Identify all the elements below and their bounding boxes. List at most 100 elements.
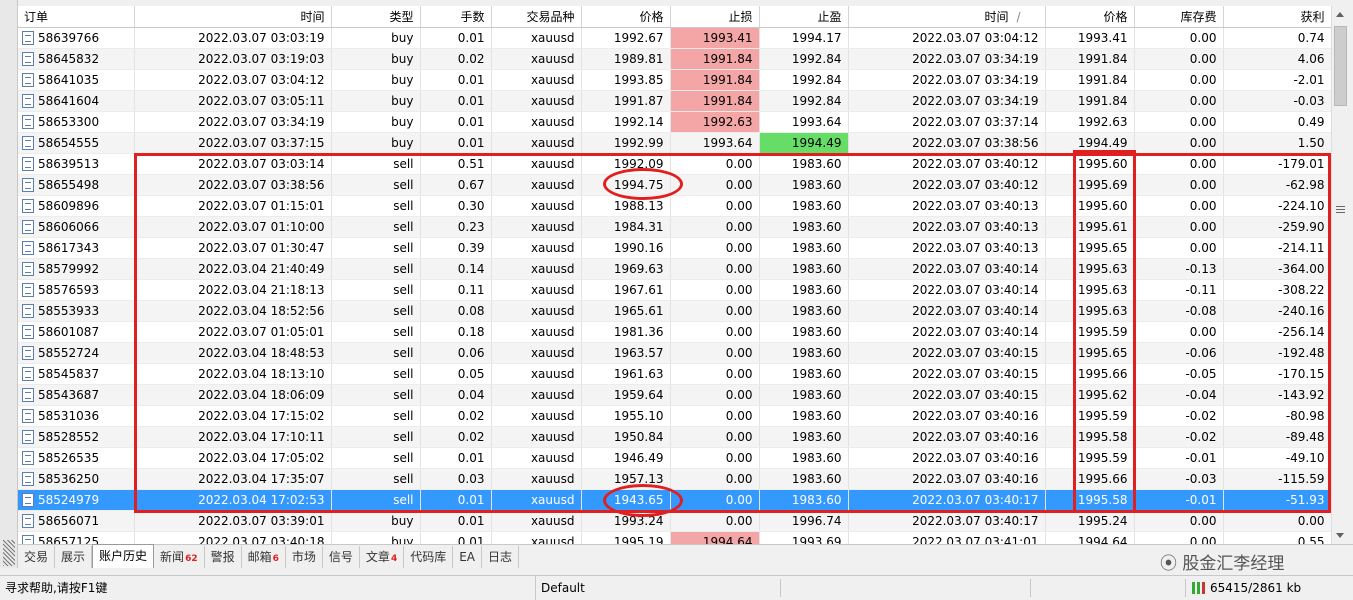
table-row[interactable]: 58641604 2022.03.07 03:05:11 buy 0.01 xauusd… bbox=[18, 90, 1331, 112]
table-cell: 1983.60 bbox=[759, 468, 849, 490]
tab-1[interactable]: 展示 bbox=[55, 546, 93, 568]
tab-2[interactable]: 账户历史 bbox=[92, 544, 155, 568]
table-cell: 1983.60 bbox=[759, 258, 849, 280]
column-header[interactable]: 获利 bbox=[1223, 6, 1331, 28]
table-row[interactable]: 58576593 2022.03.04 21:18:13 sell 0.11 xauus… bbox=[18, 279, 1331, 301]
table-row[interactable]: 58657125 2022.03.07 03:40:18 buy 0.01 xauusd… bbox=[18, 531, 1331, 544]
table-cell: xauusd bbox=[491, 468, 582, 490]
table-row[interactable]: 58656071 2022.03.07 03:39:01 buy 0.01 xauusd… bbox=[18, 510, 1331, 532]
table-row[interactable]: 58552724 2022.03.04 18:48:53 sell 0.06 xauus… bbox=[18, 342, 1331, 364]
table-cell: 58654555 bbox=[18, 132, 135, 154]
scroll-up-icon[interactable] bbox=[1332, 6, 1349, 23]
table-cell: 0.00 bbox=[670, 279, 760, 301]
order-id: 58543687 bbox=[38, 387, 100, 402]
order-id: 58606066 bbox=[38, 219, 100, 234]
tab-3[interactable]: 新闻62 bbox=[154, 546, 205, 568]
column-header[interactable]: 价格 bbox=[581, 6, 671, 28]
table-cell: 0.49 bbox=[1223, 111, 1331, 133]
table-row[interactable]: 58536250 2022.03.04 17:35:07 sell 0.03 xauus… bbox=[18, 468, 1331, 490]
order-id: 58645832 bbox=[38, 51, 100, 66]
table-row[interactable]: 58645832 2022.03.07 03:19:03 buy 0.02 xauusd… bbox=[18, 48, 1331, 70]
order-id: 58639766 bbox=[38, 30, 100, 45]
table-cell: 2022.03.07 01:15:01 bbox=[134, 195, 332, 217]
table-cell: -0.03 bbox=[1223, 90, 1331, 112]
table-cell: sell bbox=[331, 153, 421, 175]
table-cell: sell bbox=[331, 195, 421, 217]
table-row[interactable]: 58531036 2022.03.04 17:15:02 sell 0.02 xauus… bbox=[18, 405, 1331, 427]
order-id: 58528552 bbox=[38, 429, 100, 444]
tab-9[interactable]: 代码库 bbox=[404, 546, 454, 568]
tab-label: EA bbox=[459, 550, 476, 564]
scroll-down-icon[interactable] bbox=[1332, 527, 1349, 544]
column-header[interactable]: 库存费 bbox=[1134, 6, 1224, 28]
tab-label: 新闻 bbox=[160, 550, 185, 564]
table-row[interactable]: 58653300 2022.03.07 03:34:19 buy 0.01 xauusd… bbox=[18, 111, 1331, 133]
tab-5[interactable]: 邮箱6 bbox=[242, 546, 286, 568]
order-document-icon bbox=[22, 471, 34, 486]
toolbox-grip-icon[interactable] bbox=[3, 540, 15, 566]
table-cell: 58536250 bbox=[18, 468, 135, 490]
table-cell: -0.11 bbox=[1134, 279, 1224, 301]
column-header[interactable]: 止损 bbox=[670, 6, 760, 28]
tab-6[interactable]: 市场 bbox=[286, 546, 323, 568]
table-cell: 0.00 bbox=[1134, 69, 1224, 91]
table-row[interactable]: 58579992 2022.03.04 21:40:49 sell 0.14 xauus… bbox=[18, 258, 1331, 280]
column-header[interactable]: 价格 bbox=[1045, 6, 1135, 28]
table-cell: -308.22 bbox=[1223, 279, 1331, 301]
table-cell: xauusd bbox=[491, 531, 582, 544]
table-row[interactable]: 58524979 2022.03.04 17:02:53 sell 0.01 xauus… bbox=[18, 489, 1331, 511]
tab-10[interactable]: EA bbox=[453, 546, 483, 568]
table-cell: -0.04 bbox=[1134, 384, 1224, 406]
table-row[interactable]: 58655498 2022.03.07 03:38:56 sell 0.67 xauus… bbox=[18, 174, 1331, 196]
table-cell: 1993.24 bbox=[581, 510, 671, 532]
table-row[interactable]: 58654555 2022.03.07 03:37:15 buy 0.01 xauusd… bbox=[18, 132, 1331, 154]
table-row[interactable]: 58606066 2022.03.07 01:10:00 sell 0.23 xauus… bbox=[18, 216, 1331, 238]
table-row[interactable]: 58553933 2022.03.04 18:52:56 sell 0.08 xauus… bbox=[18, 300, 1331, 322]
table-row[interactable]: 58609896 2022.03.07 01:15:01 sell 0.30 xauus… bbox=[18, 195, 1331, 217]
table-row[interactable]: 58639513 2022.03.07 03:03:14 sell 0.51 xauus… bbox=[18, 153, 1331, 175]
tab-7[interactable]: 信号 bbox=[323, 546, 360, 568]
table-cell: 2022.03.04 17:15:02 bbox=[134, 405, 332, 427]
table-cell: 1991.84 bbox=[1045, 69, 1135, 91]
table-cell: 2022.03.07 03:40:15 bbox=[848, 363, 1046, 385]
vertical-scrollbar[interactable] bbox=[1331, 6, 1348, 544]
column-header[interactable]: 止盈 bbox=[759, 6, 849, 28]
tab-11[interactable]: 日志 bbox=[482, 546, 520, 568]
table-row[interactable]: 58617343 2022.03.07 01:30:47 sell 0.39 xauus… bbox=[18, 237, 1331, 259]
table-cell: 1994.75 bbox=[581, 174, 671, 196]
column-header[interactable]: 订单 bbox=[18, 6, 135, 28]
tab-8[interactable]: 文章4 bbox=[360, 546, 405, 568]
table-row[interactable]: 58526535 2022.03.04 17:05:02 sell 0.01 xauus… bbox=[18, 447, 1331, 469]
table-cell: 1993.41 bbox=[1045, 27, 1135, 49]
table-cell: -115.59 bbox=[1223, 468, 1331, 490]
table-cell: sell bbox=[331, 321, 421, 343]
table-cell: 2022.03.04 17:02:53 bbox=[134, 489, 332, 511]
table-row[interactable]: 58601087 2022.03.07 01:05:01 sell 0.18 xauus… bbox=[18, 321, 1331, 343]
table-cell: xauusd bbox=[491, 489, 582, 511]
scrollbar-thumb[interactable] bbox=[1334, 26, 1347, 106]
table-row[interactable]: 58545837 2022.03.04 18:13:10 sell 0.05 xauus… bbox=[18, 363, 1331, 385]
table-cell: 1995.59 bbox=[1045, 405, 1135, 427]
column-header[interactable]: 交易品种 bbox=[491, 6, 582, 28]
table-cell: sell bbox=[331, 468, 421, 490]
column-header[interactable]: 时间 bbox=[134, 6, 332, 28]
tab-0[interactable]: 交易 bbox=[18, 546, 56, 568]
table-cell: 1994.49 bbox=[1045, 132, 1135, 154]
column-header[interactable]: 手数 bbox=[420, 6, 492, 28]
table-cell: 2022.03.07 03:34:19 bbox=[848, 90, 1046, 112]
column-header[interactable]: 时间 / bbox=[848, 6, 1046, 28]
table-cell: -224.10 bbox=[1223, 195, 1331, 217]
table-cell: 1996.74 bbox=[759, 510, 849, 532]
tab-4[interactable]: 警报 bbox=[205, 546, 242, 568]
table-cell: buy bbox=[331, 111, 421, 133]
status-profile[interactable]: Default bbox=[535, 576, 655, 600]
table-cell: 1993.64 bbox=[759, 111, 849, 133]
order-document-icon bbox=[22, 303, 34, 318]
table-row[interactable]: 58639766 2022.03.07 03:03:19 buy 0.01 xauusd… bbox=[18, 27, 1331, 49]
table-row[interactable]: 58528552 2022.03.04 17:10:11 sell 0.02 xauus… bbox=[18, 426, 1331, 448]
table-cell: 2022.03.07 03:40:15 bbox=[848, 384, 1046, 406]
column-header[interactable]: 类型 bbox=[331, 6, 421, 28]
table-row[interactable]: 58543687 2022.03.04 18:06:09 sell 0.04 xauus… bbox=[18, 384, 1331, 406]
table-cell: 1963.57 bbox=[581, 342, 671, 364]
table-row[interactable]: 58641035 2022.03.07 03:04:12 buy 0.01 xauusd… bbox=[18, 69, 1331, 91]
